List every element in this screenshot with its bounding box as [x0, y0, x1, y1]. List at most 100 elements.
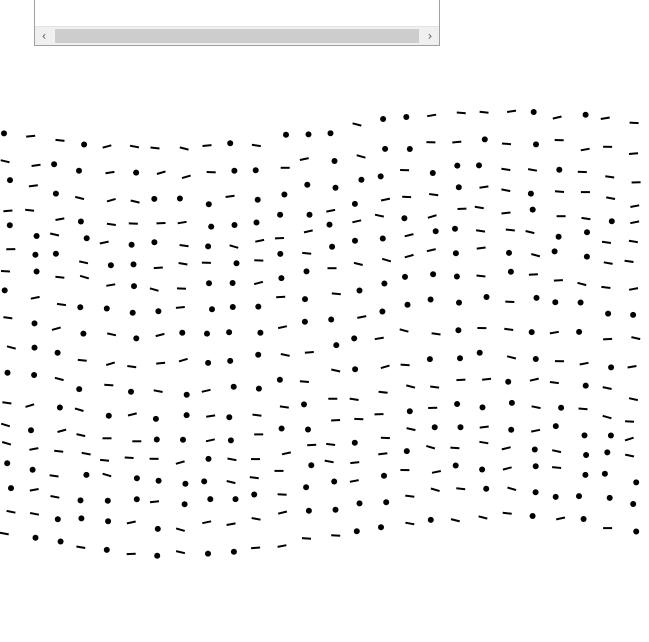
pattern-dash [549, 381, 559, 385]
pattern-dash [374, 336, 384, 341]
pattern-dash [429, 193, 439, 197]
pattern-dash [405, 494, 415, 498]
pattern-dash [130, 199, 140, 204]
pattern-dot [133, 335, 140, 342]
pattern-dash [427, 214, 437, 219]
pattern-dot [230, 383, 237, 390]
pattern-dot [427, 516, 434, 523]
pattern-dot [351, 335, 358, 342]
pattern-dash [501, 167, 511, 172]
pattern-dash [255, 238, 265, 243]
pattern-dot [253, 219, 260, 226]
pattern-dash [579, 361, 589, 366]
pattern-dot [133, 169, 140, 176]
pattern-dot [580, 516, 587, 522]
pattern-dash [25, 208, 35, 212]
pattern-dot [352, 237, 358, 244]
pattern-dash [299, 380, 309, 383]
pattern-dash [602, 386, 612, 390]
pattern-dash [129, 144, 140, 149]
pattern-dash [249, 476, 259, 480]
pattern-dot [181, 501, 188, 508]
pattern-dash [606, 196, 616, 200]
pattern-dot [107, 262, 114, 269]
pattern-dot [257, 329, 264, 336]
pattern-dash [175, 460, 185, 465]
pattern-dot [254, 196, 261, 203]
pattern-dash [628, 152, 639, 155]
pattern-dot [453, 273, 460, 280]
pattern-dot [152, 415, 159, 422]
pattern-dot [8, 485, 14, 492]
pattern-dot [506, 249, 512, 256]
pattern-dash [29, 512, 40, 516]
pattern-dash [406, 427, 416, 432]
pattern-dash [501, 142, 512, 146]
pattern-dot [401, 215, 408, 222]
pattern-dash [178, 262, 188, 266]
pattern-dot [151, 195, 158, 202]
pattern-dot [608, 364, 615, 371]
pattern-dash [530, 428, 541, 433]
pattern-dot [430, 271, 437, 278]
pattern-dot [378, 524, 384, 531]
pattern-dot [56, 404, 63, 411]
chevron-right-icon[interactable]: › [421, 27, 439, 45]
pattern-dot [381, 280, 388, 287]
pattern-dash [426, 444, 436, 450]
pattern-dash [202, 144, 212, 147]
pattern-dash [481, 377, 492, 381]
pattern-dash [153, 389, 163, 393]
chevron-left-icon[interactable]: ‹ [35, 27, 53, 45]
pattern-dot [326, 221, 333, 228]
pattern-dot [4, 369, 11, 376]
pattern-dash [28, 184, 38, 188]
pattern-dot [455, 327, 462, 334]
pattern-dash [3, 316, 13, 320]
pattern-dash [304, 351, 314, 354]
pattern-dot [278, 425, 285, 432]
pattern-dash [474, 205, 484, 210]
pattern-dot [301, 401, 307, 408]
pattern-dash [30, 295, 40, 300]
pattern-dash [326, 442, 336, 446]
pattern-dot [32, 534, 39, 541]
pattern-dot [76, 167, 82, 174]
pattern-dash [229, 244, 239, 249]
horizontal-scrollbar[interactable]: ‹ › [35, 26, 439, 45]
pattern-dot [558, 404, 565, 411]
pattern-dash [601, 240, 612, 244]
pattern-dot [304, 181, 311, 188]
pattern-dot [351, 439, 358, 446]
pattern-dash [331, 419, 341, 422]
pattern-dash [175, 306, 185, 309]
pattern-dot [576, 493, 582, 500]
pattern-dot [527, 190, 534, 197]
pattern-dash [628, 397, 639, 402]
pattern-dot [52, 190, 59, 197]
pattern-dot [452, 250, 459, 257]
pattern-dot [251, 491, 258, 498]
pattern-dash [177, 220, 187, 225]
pattern-dash [251, 546, 261, 550]
pattern-dash [303, 229, 313, 234]
pattern-dash [105, 170, 115, 175]
pattern-dot [276, 376, 283, 383]
pattern-dot [1, 130, 7, 137]
scrollbar-thumb[interactable] [55, 29, 419, 43]
pattern-dot [232, 496, 239, 503]
pattern-dash [178, 357, 188, 363]
pattern-dash [630, 220, 640, 225]
pattern-dot [155, 308, 162, 315]
pattern-dash [102, 472, 112, 478]
pattern-dot [406, 408, 413, 415]
pattern-dot [455, 184, 462, 191]
pattern-dot [555, 233, 562, 240]
pattern-dot [452, 225, 458, 232]
pattern-dot [179, 329, 186, 336]
pattern-dot [404, 301, 411, 308]
pattern-dash [74, 195, 85, 201]
pattern-dot [382, 145, 389, 152]
pattern-dash [280, 353, 290, 357]
pattern-dot [227, 437, 234, 444]
